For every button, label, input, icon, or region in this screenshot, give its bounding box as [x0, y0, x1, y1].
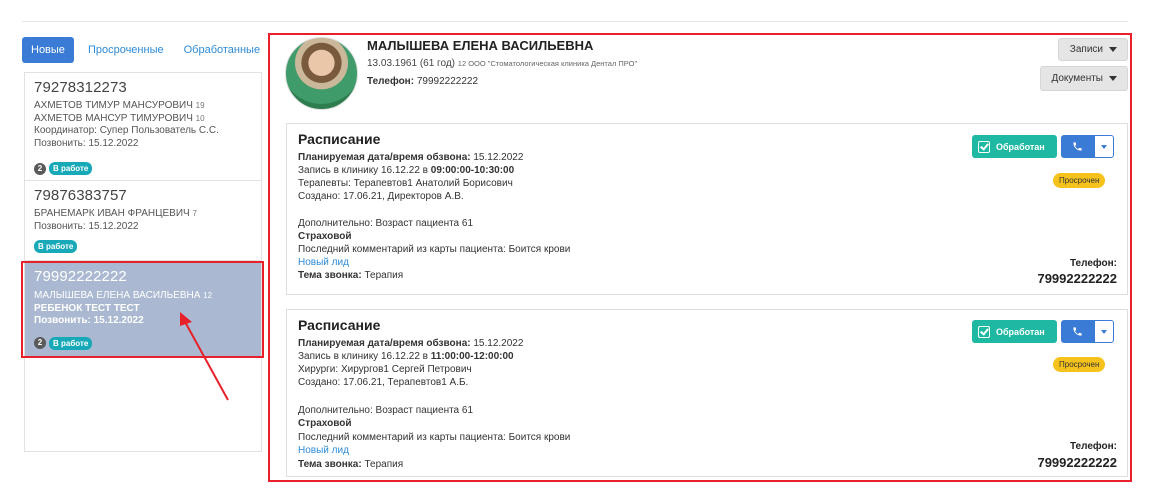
tab-overdue[interactable]: Просроченные: [82, 37, 170, 63]
lead-coordinator: Координатор: Супер Пользователь С.С.: [34, 125, 219, 136]
lead-item[interactable]: 79876383757 БРАНЕМАРК ИВАН ФРАНЦЕВИЧ 7 П…: [25, 181, 261, 261]
lead-name: АХМЕТОВ ТИМУР МАНСУРОВИЧ 19: [34, 100, 205, 111]
lead-phone: 79876383757: [34, 187, 127, 204]
lead-call-date: Позвонить: 15.12.2022: [34, 220, 139, 232]
lead-name: БРАНЕМАРК ИВАН ФРАНЦЕВИЧ 7: [34, 208, 197, 219]
tab-new[interactable]: Новые: [22, 37, 74, 63]
lead-age: 19: [195, 101, 205, 110]
top-divider: [22, 21, 1128, 22]
lead-tabs: Новые Просроченные Обработанные: [22, 37, 266, 63]
lead-name: АХМЕТОВ МАНСУР ТИМУРОВИЧ 10: [34, 112, 205, 124]
highlight-box-main: [268, 33, 1132, 482]
lead-age: 7: [192, 209, 197, 218]
status-badge: В работе: [49, 162, 93, 175]
count-badge: 2: [34, 162, 46, 175]
tab-processed[interactable]: Обработанные: [178, 37, 266, 63]
annotation-arrow-icon: [180, 312, 229, 401]
lead-item[interactable]: 79278312273 АХМЕТОВ ТИМУР МАНСУРОВИЧ 19 …: [25, 73, 261, 181]
lead-phone: 79278312273: [34, 79, 127, 96]
lead-call-date: Позвонить: 15.12.2022: [34, 137, 139, 149]
status-badge: В работе: [34, 240, 78, 253]
lead-age: 10: [195, 113, 205, 123]
